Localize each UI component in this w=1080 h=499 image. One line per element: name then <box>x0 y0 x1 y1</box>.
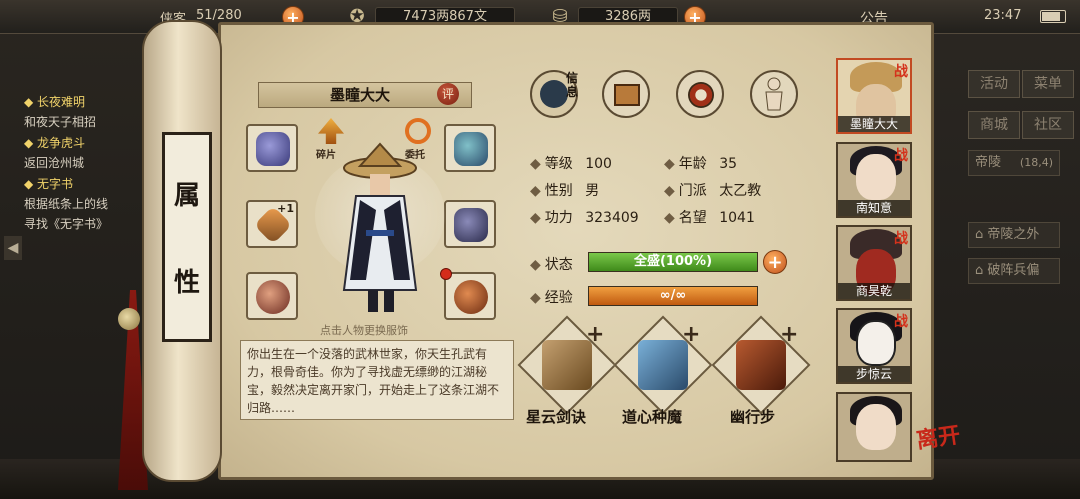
skill-name: 道心种魔 <box>622 408 683 426</box>
nav-item[interactable]: ⌂ 破阵兵偏 <box>968 258 1060 284</box>
battle-tag: 战 <box>894 148 908 164</box>
stat-level: ◆ 等级 100 <box>530 156 612 172</box>
panel-title: 属 性 <box>162 132 212 342</box>
battle-tag: 战 <box>894 231 908 247</box>
exp-label: ◆ 经验 <box>530 290 573 306</box>
skill-name: 星云剑诀 <box>526 408 587 426</box>
info-portrait-icon <box>540 80 568 108</box>
rate-button[interactable]: 评 <box>437 83 459 105</box>
roster-card[interactable]: 战 商昊乾 <box>836 225 912 301</box>
battle-tag: 战 <box>894 64 908 80</box>
stat-gender: ◆ 性别 男 <box>530 183 600 199</box>
change-outfit-hint: 点击人物更换服饰 <box>320 324 408 337</box>
accessory-icon <box>454 280 488 314</box>
tab-items[interactable] <box>602 70 650 118</box>
equip-slot-hat[interactable] <box>444 124 496 172</box>
equip-slot-weapon[interactable]: +1 <box>246 200 298 248</box>
ring-icon <box>256 280 290 314</box>
roster-card[interactable]: 战 步惊云 <box>836 308 912 384</box>
equip-slot-ring[interactable] <box>246 272 298 320</box>
restore-status-button[interactable]: + <box>763 250 787 274</box>
character-bio: 你出生在一个没落的武林世家，你天生孔武有力，根骨奇佳。你为了寻找虚无缥缈的江湖秘… <box>240 340 514 420</box>
skill-book-icon <box>542 340 592 390</box>
location-display: 帝陵 (18,4) <box>968 150 1060 176</box>
collapse-arrow-icon[interactable]: ◀ <box>4 236 22 260</box>
activity-button[interactable]: 活动 <box>968 70 1020 98</box>
status-label: ◆ 状态 <box>530 257 573 273</box>
notification-dot <box>440 268 452 280</box>
skill-add[interactable]: + <box>586 322 604 347</box>
status-value: 全盛(100%) <box>633 254 713 269</box>
skill-add[interactable]: + <box>682 322 700 347</box>
avatar <box>856 154 896 200</box>
yinyang-icon <box>688 82 714 108</box>
skill-name: 幽行步 <box>730 408 776 426</box>
community-button[interactable]: 社区 <box>1022 111 1074 139</box>
tassel-knot <box>118 308 140 330</box>
body-figure-icon <box>765 77 783 111</box>
gloves-icon <box>256 132 290 166</box>
leave-button[interactable]: 离开 <box>914 417 962 455</box>
quest-item[interactable]: ◆ 无字书 根据纸条上的线 寻找《无字书》 <box>24 174 108 234</box>
armor-icon <box>454 208 488 242</box>
avatar <box>856 404 896 450</box>
menu-button[interactable]: 菜单 <box>1022 70 1074 98</box>
enhance-level: +1 <box>277 202 294 215</box>
roster-card[interactable]: 战 南知意 <box>836 142 912 218</box>
roster-name: 墨瞳大大 <box>838 116 910 132</box>
equip-slot-armor[interactable] <box>444 200 496 248</box>
roster-name: 商昊乾 <box>838 283 910 299</box>
hat-icon <box>454 132 488 166</box>
stat-sect: ◆ 门派 太乙教 <box>664 183 762 199</box>
clock: 23:47 <box>984 8 1022 23</box>
quest-item[interactable]: ◆ 长夜难明 和夜天子相招 <box>24 92 96 132</box>
exp-value: ∞/∞ <box>659 288 687 303</box>
quest-item[interactable]: ◆ 龙争虎斗 返回沧州城 <box>24 133 85 173</box>
equip-slot-accessory[interactable] <box>444 272 496 320</box>
battle-tag: 战 <box>894 314 908 330</box>
avatar <box>856 320 896 366</box>
roster-name: 南知意 <box>838 200 910 216</box>
stat-age: ◆ 年龄 35 <box>664 156 738 172</box>
character-name: 墨瞳大大 <box>330 86 391 104</box>
nav-item[interactable]: ⌂ 帝陵之外 <box>968 222 1060 248</box>
roster-card[interactable] <box>836 392 912 462</box>
bag-icon <box>614 84 640 106</box>
tab-body[interactable] <box>750 70 798 118</box>
stat-fame: ◆ 名望 1041 <box>664 210 755 226</box>
skill-manual-icon <box>736 340 786 390</box>
character-figure[interactable] <box>320 120 440 320</box>
skill-scroll-icon <box>638 340 688 390</box>
battery-icon <box>1040 10 1066 23</box>
roster-card[interactable]: 战 墨瞳大大 <box>836 58 912 134</box>
party-count: 51/280 <box>196 8 242 23</box>
stat-power: ◆ 功力 323409 <box>530 210 639 226</box>
tab-meridian[interactable] <box>676 70 724 118</box>
skill-add[interactable]: + <box>780 322 798 347</box>
equip-slot-gloves[interactable] <box>246 124 298 172</box>
shop-button[interactable]: 商城 <box>968 111 1020 139</box>
roster-name: 步惊云 <box>838 366 910 382</box>
tab-info-label: 信息 <box>566 71 579 99</box>
